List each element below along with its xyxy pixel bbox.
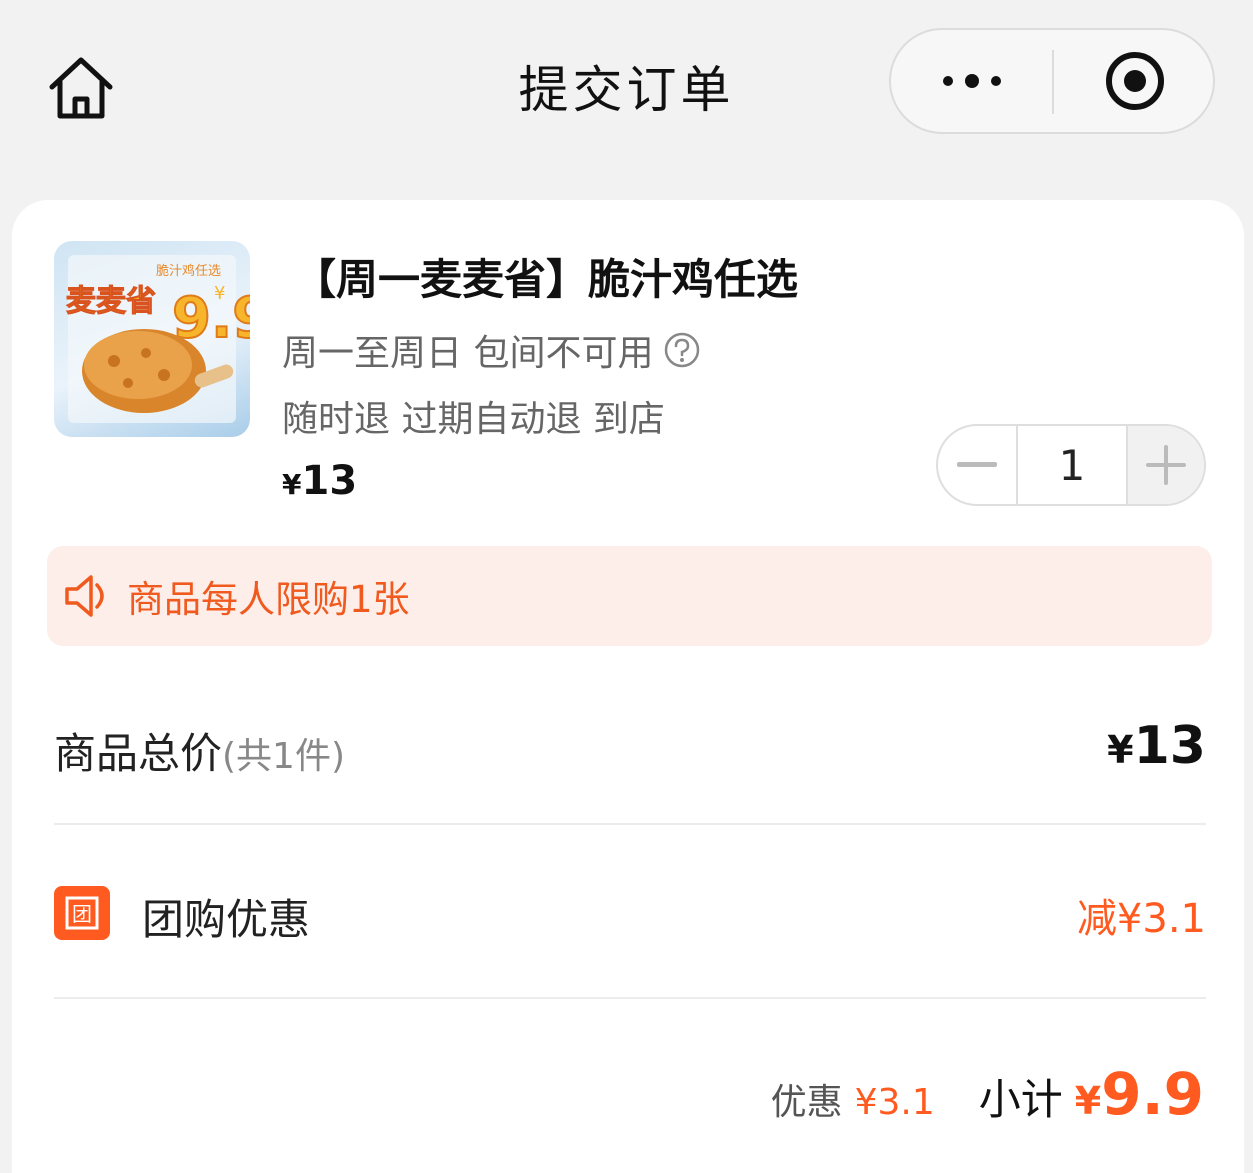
quantity-stepper: 1	[936, 424, 1206, 506]
close-button[interactable]	[1055, 30, 1215, 132]
thumb-price-symbol: ¥	[214, 283, 225, 304]
subtotal-amount: 9.9	[1101, 1060, 1204, 1128]
total-label: 商品总价(共1件)	[54, 720, 345, 781]
notice-text: 商品每人限购1张	[127, 578, 410, 621]
plus-icon	[1146, 445, 1186, 485]
speaker-icon	[63, 569, 117, 623]
total-count: (共1件)	[222, 736, 346, 777]
discount-value: ¥3.1	[854, 1082, 935, 1123]
price-value: 13	[301, 458, 358, 504]
navigation-bar: 提交订单	[0, 0, 1253, 170]
total-label-text: 商品总价	[54, 729, 223, 778]
fried-chicken-image: 脆汁鸡任选 麦麦省 9.9 ¥	[66, 255, 250, 423]
target-circle-icon	[1106, 52, 1164, 110]
product-price: ¥13	[282, 458, 357, 504]
help-question-icon[interactable]	[663, 331, 701, 369]
product-thumbnail[interactable]: 脆汁鸡任选 麦麦省 9.9 ¥	[54, 241, 250, 437]
product-title: 【周一麦麦省】脆汁鸡任选	[294, 255, 799, 304]
purchase-limit-notice: 商品每人限购1张	[47, 546, 1212, 646]
subtotal-symbol: ¥	[1074, 1079, 1102, 1123]
total-value: ¥13	[1107, 716, 1206, 776]
total-symbol: ¥	[1107, 728, 1134, 772]
groupbuy-label: 团购优惠	[142, 895, 311, 944]
more-dots-icon	[943, 74, 1001, 88]
divider	[54, 997, 1206, 999]
thumb-badge: 麦麦省	[66, 284, 156, 319]
subtotal-label: 小计	[978, 1075, 1063, 1124]
minus-icon	[957, 462, 997, 467]
capsule-divider	[1052, 50, 1054, 114]
quantity-value[interactable]: 1	[1016, 426, 1128, 504]
groupbuy-discount-row[interactable]: 团 团购优惠 减¥3.1	[54, 886, 1206, 946]
subtotal-value: ¥9.9	[1075, 1060, 1204, 1128]
price-symbol: ¥	[282, 468, 302, 501]
total-price-row: 商品总价(共1件) ¥13	[54, 716, 1206, 820]
spec-text: 周一至周日 包间不可用	[282, 333, 654, 374]
thumb-subtitle: 脆汁鸡任选	[156, 263, 221, 279]
discount-label: 优惠	[770, 1082, 843, 1123]
svg-text:团: 团	[72, 902, 92, 926]
increase-button[interactable]	[1128, 426, 1204, 504]
product-spec-line2: 随时退 过期自动退 到店	[282, 399, 665, 440]
total-amount: 13	[1133, 716, 1206, 776]
subtotal-row: 优惠 ¥3.1 小计 ¥9.9	[771, 1060, 1204, 1128]
order-card: 脆汁鸡任选 麦麦省 9.9 ¥ 【周一麦麦省】脆汁鸡任选 周一至周日 包间不可用…	[12, 200, 1244, 1173]
groupbuy-value: 减¥3.1	[1076, 896, 1206, 942]
decrease-button[interactable]	[938, 426, 1016, 504]
product-spec-line1: 周一至周日 包间不可用	[282, 324, 701, 376]
mini-program-capsule	[889, 28, 1215, 134]
more-button[interactable]	[891, 30, 1053, 132]
groupbuy-badge-icon: 团	[54, 886, 110, 940]
divider	[54, 823, 1206, 825]
